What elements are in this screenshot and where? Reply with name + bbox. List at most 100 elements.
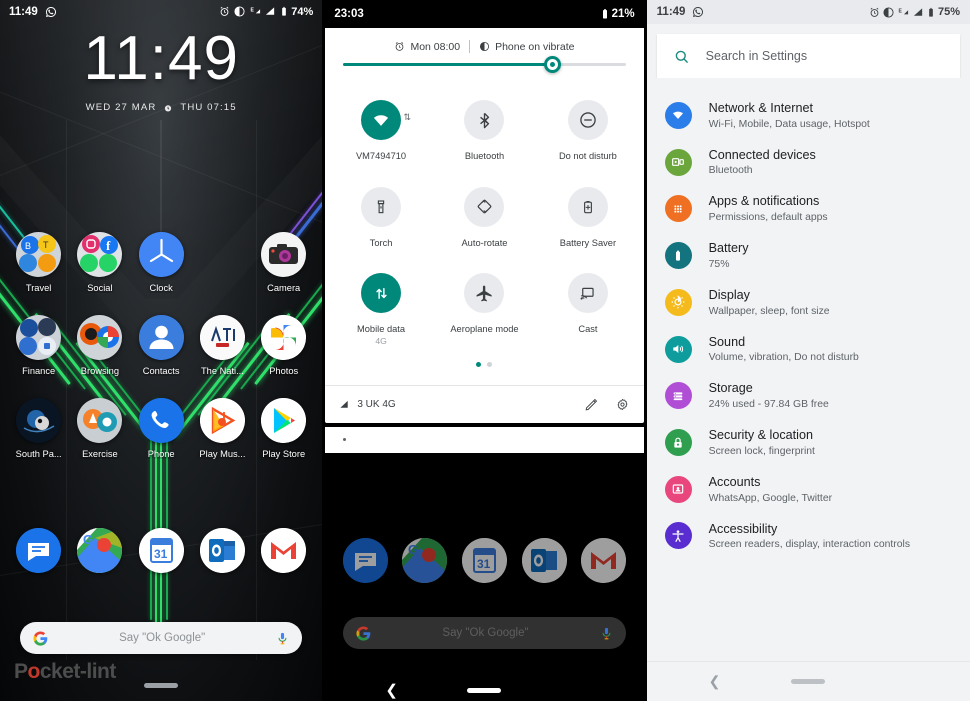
gesture-nav-bar[interactable]: ❮ [646, 661, 970, 701]
battery-saver-icon [567, 186, 608, 227]
home-pill[interactable] [144, 683, 179, 688]
app-social[interactable]: f Social [74, 232, 126, 293]
app-the-national[interactable]: The Nati... [196, 315, 248, 376]
tile-mobile-data[interactable]: Mobile data 4G [329, 259, 432, 356]
quick-settings-header: Mon 08:00 Phone on vibrate [325, 28, 643, 63]
battery-icon [927, 7, 935, 18]
microphone-icon[interactable] [275, 631, 290, 646]
next-alarm-chip[interactable]: Mon 08:00 [394, 41, 460, 53]
status-battery-percent: 75% [937, 6, 960, 18]
tile-cast[interactable]: Cast [536, 259, 639, 356]
settings-item-display[interactable]: Display Wallpaper, sleep, font size [647, 279, 970, 326]
app-label: The Nati... [200, 366, 244, 376]
quick-settings-sheet: Mon 08:00 Phone on vibrate ⇅ VM7494710 B… [325, 28, 644, 423]
lockscreen-clock-area: 11:49 WED 27 MAR THU 07:15 [0, 28, 322, 114]
tile-bluetooth[interactable]: Bluetooth [433, 86, 536, 173]
app-label: South Pa... [15, 449, 62, 459]
settings-item-accounts[interactable]: Accounts WhatsApp, Google, Twitter [647, 466, 970, 513]
app-browsing[interactable]: Browsing [74, 315, 126, 376]
pencil-icon[interactable] [584, 397, 599, 412]
app-contacts[interactable]: Contacts [135, 315, 187, 376]
dock-gmail[interactable] [581, 538, 627, 589]
settings-item-connected-devices[interactable]: Connected devices Bluetooth [647, 139, 970, 186]
dock-messages[interactable]: . [13, 528, 65, 589]
tile-battery-saver[interactable]: Battery Saver [536, 173, 639, 260]
gmail-icon [261, 528, 307, 573]
settings-search-bar[interactable]: Search in Settings [656, 34, 960, 78]
app-finance[interactable]: Finance [13, 315, 65, 376]
settings-item-desc: 75% [708, 258, 730, 270]
brightness-track[interactable] [343, 56, 626, 73]
gear-icon[interactable] [615, 397, 630, 412]
app-play-store[interactable]: Play Store [258, 398, 310, 459]
page-indicator [329, 356, 639, 379]
app-clock[interactable]: Clock [135, 232, 187, 293]
settings-item-security-location[interactable]: Security & location Screen lock, fingerp… [647, 419, 970, 466]
page-dot[interactable] [487, 361, 493, 367]
dock-maps[interactable]: G [402, 538, 448, 589]
signal-icon [339, 399, 350, 410]
wifi-icon [664, 101, 692, 129]
app-row: Finance Browsing Contacts The Nati... Ph… [0, 315, 322, 376]
home-pill[interactable] [467, 688, 502, 693]
dock-gmail[interactable]: . [258, 528, 310, 589]
google-search-bar[interactable]: Say "Ok Google" [20, 622, 303, 654]
brightness-slider[interactable] [325, 56, 643, 82]
settings-item-network-internet[interactable]: Network & Internet Wi-Fi, Mobile, Data u… [647, 92, 970, 139]
settings-item-title: Accounts [708, 474, 761, 489]
battery-icon [664, 242, 692, 270]
back-icon[interactable]: ❮ [709, 673, 721, 690]
app-south-park[interactable]: South Pa... [13, 398, 65, 459]
vibrate-icon [479, 41, 490, 52]
speaker-icon [664, 335, 692, 363]
tile-sublabel: 4G [375, 335, 387, 346]
settings-item-desc: Screen lock, fingerprint [708, 445, 815, 457]
dock-calendar[interactable]: 31 . [135, 528, 187, 589]
google-search-bar[interactable]: Say "Ok Google" [343, 617, 626, 649]
settings-item-sound[interactable]: Sound Volume, vibration, Do not disturb [647, 326, 970, 373]
microphone-icon[interactable] [599, 626, 614, 641]
tile-torch[interactable]: Torch [329, 173, 432, 260]
alarm-icon [869, 7, 880, 18]
dock-messages[interactable] [342, 538, 388, 589]
apps-grid-icon [664, 195, 692, 223]
settings-item-desc: Bluetooth [708, 165, 753, 177]
dock-calendar[interactable]: 31 [461, 538, 507, 589]
svg-text:E: E [898, 8, 902, 14]
tile-do-not-disturb[interactable]: Do not disturb [536, 86, 639, 173]
status-battery-percent: 74% [291, 6, 314, 18]
dock-outlook[interactable]: . [196, 528, 248, 589]
app-exercise[interactable]: Exercise [74, 398, 126, 459]
app-photos[interactable]: Photos [258, 315, 310, 376]
watermark: Pocket-lint [14, 660, 116, 683]
gesture-nav-bar[interactable]: ❮ [323, 683, 645, 698]
app-play-music[interactable]: Play Mus... [196, 398, 248, 459]
brightness-knob[interactable] [543, 56, 561, 73]
dock-maps[interactable]: G . [74, 528, 126, 589]
messages-icon [16, 528, 62, 573]
header-separator [469, 40, 471, 53]
ringer-status-chip[interactable]: Phone on vibrate [479, 41, 575, 53]
settings-item-apps-notifications[interactable]: Apps & notifications Permissions, defaul… [647, 185, 970, 232]
dock-outlook[interactable] [521, 538, 567, 589]
page-dot-active[interactable] [476, 361, 482, 367]
app-travel[interactable]: B T Travel [13, 232, 65, 293]
connected-devices-icon [664, 148, 692, 176]
settings-item-accessibility[interactable]: Accessibility Screen readers, display, i… [647, 513, 970, 560]
app-label: Contacts [142, 366, 180, 376]
settings-item-title: Battery [708, 241, 749, 256]
battery-icon [280, 6, 288, 18]
back-icon[interactable]: ❮ [385, 683, 398, 698]
app-camera[interactable]: Camera [258, 232, 310, 293]
settings-item-storage[interactable]: Storage 24% used - 97.84 GB free [647, 372, 970, 419]
tile-label: Cast [578, 324, 598, 335]
tile-label: Auto-rotate [461, 237, 508, 248]
svg-text:31: 31 [154, 547, 168, 561]
home-pill[interactable] [791, 679, 826, 684]
tile-wifi[interactable]: ⇅ VM7494710 [329, 86, 432, 173]
app-phone[interactable]: Phone [135, 398, 187, 459]
tile-aeroplane-mode[interactable]: Aeroplane mode [433, 259, 536, 356]
tile-auto-rotate[interactable]: Auto-rotate [433, 173, 536, 260]
settings-item-battery[interactable]: Battery 75% [647, 232, 970, 279]
settings-item-desc: Permissions, default apps [708, 212, 828, 224]
